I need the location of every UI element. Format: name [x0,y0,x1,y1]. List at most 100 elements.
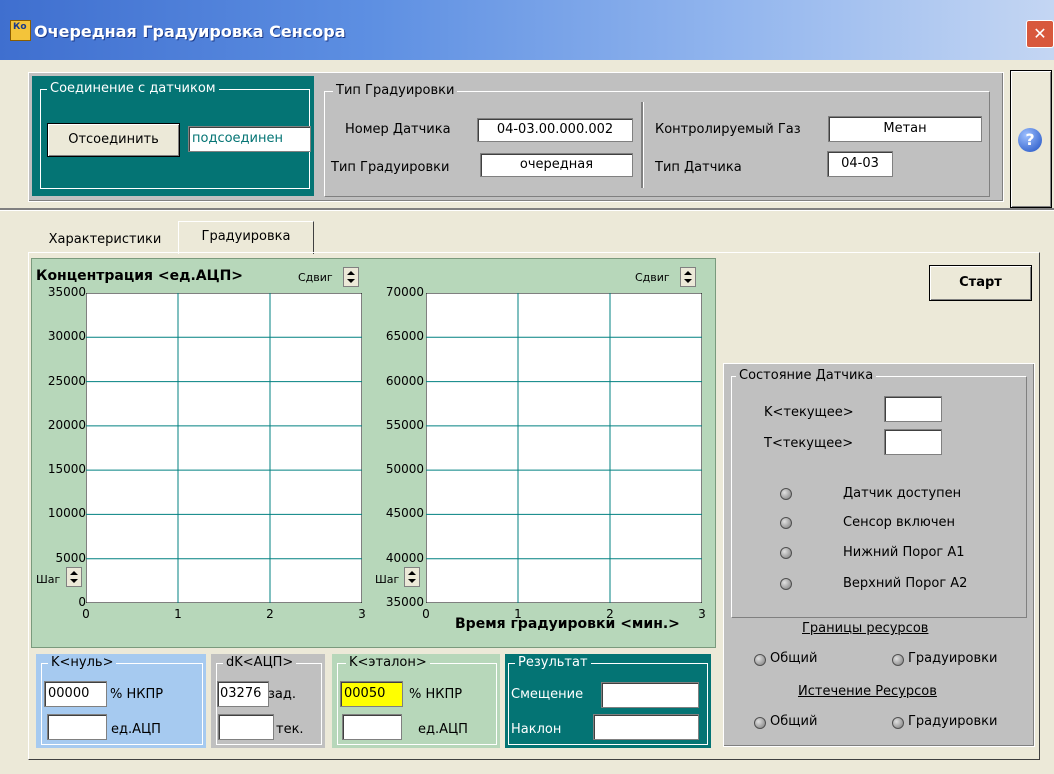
k-zero-unit1: % НКПР [110,687,164,702]
right-y-tick-label: 70000 [385,285,424,299]
right-y-tick-label: 65000 [385,329,424,344]
k-zero-unit2: ед.АЦП [111,722,161,737]
sensor-type-label: Тип Датчика [655,160,742,175]
k-ref-legend: K<эталон> [346,655,430,670]
resource-expiry-label: Истечение Ресурсов [798,684,937,699]
calibration-type-field[interactable]: очередная [480,153,633,177]
indicator-led-3 [780,578,792,590]
right-y-tick-label: 45000 [385,506,424,521]
left-chart-title: Концентрация <ед.АЦП> [36,268,244,284]
tab-characteristics[interactable]: Характеристики [32,230,178,250]
limits-calibrations-led [892,654,904,666]
right-x-tick-label: 0 [422,607,430,621]
k-ref-unit2: ед.АЦП [418,722,468,737]
left-x-tick-label: 3 [358,607,366,621]
tab-calibration[interactable]: Градуировка [178,221,314,254]
right-x-tick-label: 3 [698,607,706,621]
calibration-type-legend: Тип Градуировки [333,83,458,98]
right-step-spinner[interactable] [404,567,420,587]
t-current-label: T<текущее> [764,436,854,451]
right-shift-spinner[interactable] [680,267,696,287]
t-current-field[interactable] [884,429,942,455]
right-step-label: Шаг [375,573,400,586]
right-shift-label: Сдвиг [635,271,670,284]
left-y-tick-label: 5000 [55,550,86,565]
limits-common-label: Общий [770,651,818,666]
left-y-tick-label: 35000 [47,285,86,299]
main-separator [0,208,1054,211]
close-button[interactable]: ✕ [1026,20,1054,48]
limits-common-led [754,654,766,666]
k-current-label: K<текущее> [764,405,854,420]
indicator-led-0 [780,488,792,500]
dk-adc-value2[interactable] [218,714,274,740]
left-plot [86,293,362,603]
dk-adc-legend: dK<АЦП> [223,655,297,670]
connection-legend: Соединение с датчиком [47,81,219,96]
result-offset-field[interactable] [601,682,699,708]
k-ref-value[interactable]: 00050 [340,681,403,707]
resource-limits-label: Границы ресурсов [802,621,929,636]
left-shift-spinner[interactable] [343,267,359,287]
sensor-state-legend: Состояние Датчика [736,368,877,383]
indicator-label-0: Датчик доступен [843,486,962,501]
result-slope-field[interactable] [593,714,699,740]
expiry-common-led [754,717,766,729]
left-shift-label: Сдвиг [298,271,333,284]
right-y-tick-label: 60000 [385,373,424,388]
help-icon: ? [1018,128,1042,152]
indicator-led-1 [780,517,792,529]
k-zero-value[interactable]: 00000 [44,681,107,707]
help-icon-glyph: ? [1025,130,1035,149]
result-offset-label: Смещение [511,687,584,702]
calibration-type-label: Тип Градуировки [331,160,450,175]
start-button[interactable]: Старт [929,265,1032,301]
result-slope-label: Наклон [511,722,562,737]
indicator-label-3: Верхний Порог А2 [843,576,968,591]
limits-calibrations-label: Градуировки [908,651,998,666]
k-zero-value2[interactable] [47,714,107,740]
left-x-tick-label: 0 [82,607,90,621]
left-x-tick-label: 2 [266,607,274,621]
calibration-type-frame: Тип Градуировки [324,83,990,197]
left-y-tick-label: 10000 [47,506,86,521]
right-y-tick-label: 50000 [385,462,424,477]
right-plot-background [426,293,702,603]
app-icon-text: Ко [13,22,27,32]
result-legend: Результат [515,655,591,670]
indicator-label-2: Нижний Порог А1 [843,545,965,560]
gas-field[interactable]: Метан [828,116,982,142]
vertical-divider [641,102,644,188]
k-ref-value2[interactable] [342,714,402,740]
expiry-calibrations-led [892,717,904,729]
gas-label: Контролируемый Газ [655,122,801,137]
sensor-number-field[interactable]: 04-03.00.000.002 [477,118,633,142]
k-ref-unit1: % НКПР [409,687,463,702]
right-y-tick-label: 40000 [385,550,424,565]
disconnect-button[interactable]: Отсоединить [47,123,180,157]
indicator-led-2 [780,547,792,559]
left-step-label: Шаг [36,573,61,586]
right-x-label: Время градуировки <мин.> [455,616,680,632]
left-y-tick-label: 30000 [47,329,86,344]
connection-status: подсоединен [188,126,311,152]
left-y-tick-label: 15000 [47,462,86,477]
dk-adc-label1: зад. [268,687,296,702]
k-current-field[interactable] [884,396,942,422]
expiry-common-label: Общий [770,714,818,729]
right-y-tick-label: 55000 [385,417,424,432]
indicator-label-1: Сенсор включен [843,515,956,530]
left-step-spinner[interactable] [66,567,82,587]
left-y-tick-label: 20000 [47,417,86,432]
window-title: Очередная Градуировка Сенсора [34,22,346,41]
expiry-calibrations-label: Градуировки [908,714,998,729]
left-plot-background [86,293,362,603]
sensor-number-label: Номер Датчика [345,122,451,137]
left-x-tick-label: 1 [174,607,182,621]
right-plot [426,293,702,603]
left-y-tick-label: 25000 [47,373,86,388]
sensor-type-field[interactable]: 04-03 [827,151,893,177]
dk-adc-label2: тек. [276,722,304,737]
app-icon: Ко [10,20,31,41]
dk-adc-value[interactable]: 03276 [217,681,269,707]
